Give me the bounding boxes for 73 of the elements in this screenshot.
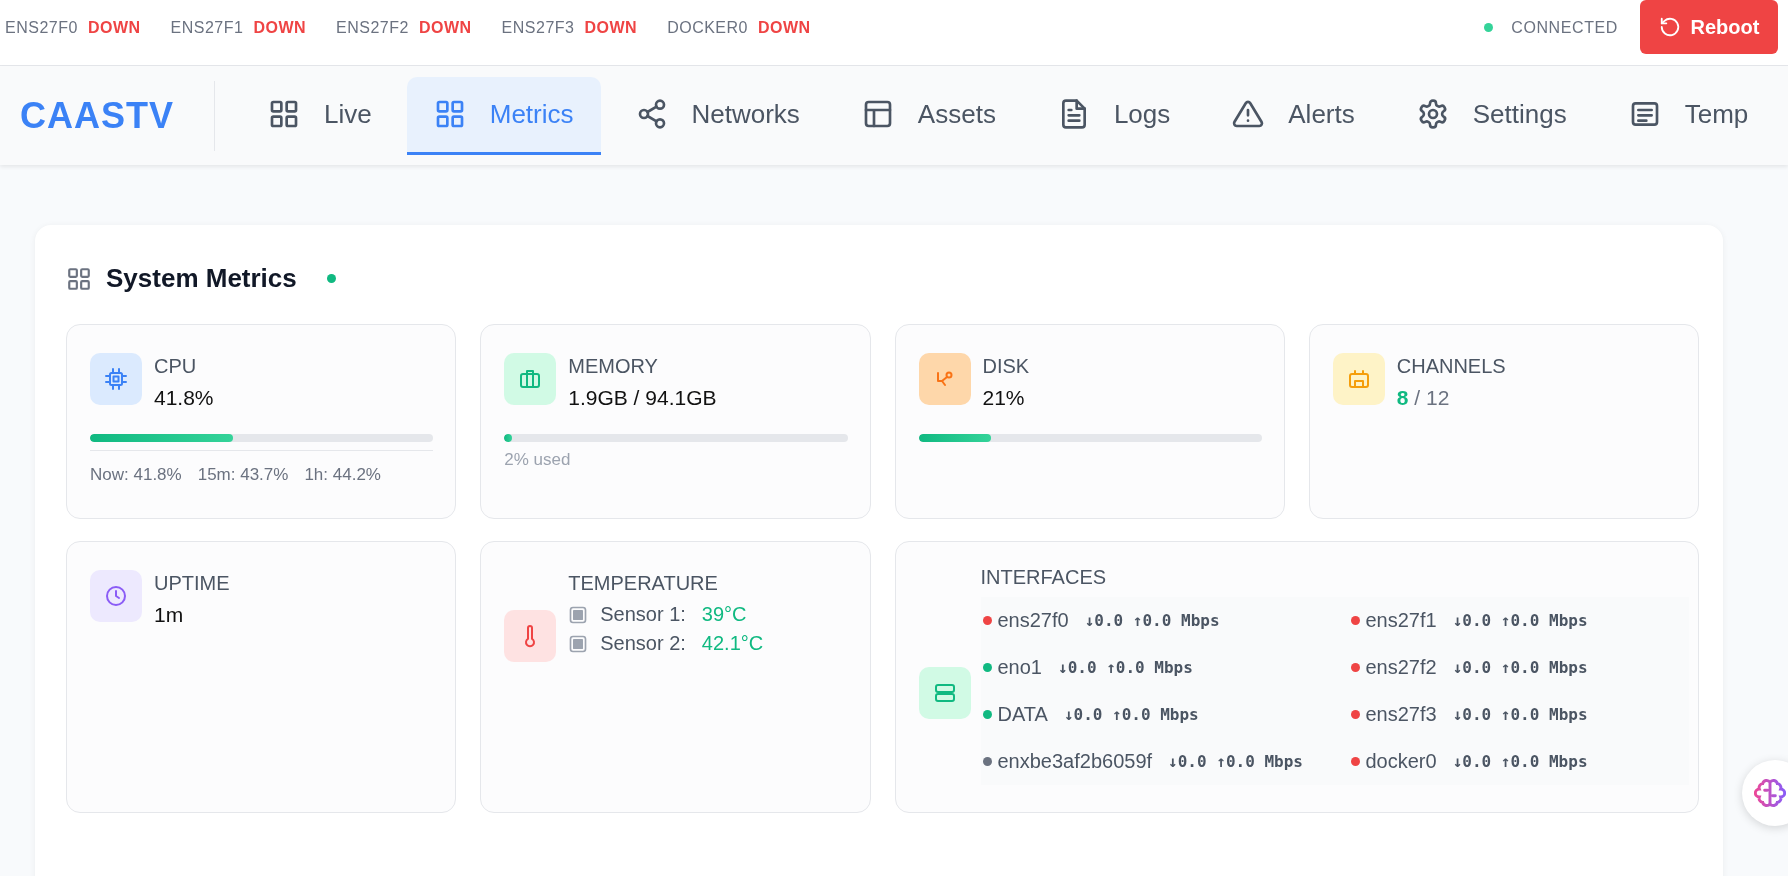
grid-icon: [268, 98, 300, 130]
interface-name: docker0: [1365, 750, 1437, 773]
stat-text: 1h: 44.2%: [304, 465, 381, 485]
interface-status: DOWN: [758, 18, 811, 37]
interface-status: DOWN: [87, 18, 141, 37]
interface-name: ens27f1: [1365, 609, 1437, 632]
panel-title: System Metrics: [106, 263, 297, 294]
card-label: INTERFACES: [980, 566, 1108, 589]
interface-rate: ↓0.0 ↑0.0 Mbps: [1063, 705, 1199, 724]
nav-tab[interactable]: Live: [241, 76, 399, 155]
card-label: MEMORY: [568, 355, 659, 378]
sensor-label: Sensor 1:: [600, 603, 686, 626]
nav-tab[interactable]: Settings: [1389, 76, 1594, 155]
usage-note: 2% used: [504, 450, 572, 470]
interface-rate: ↓0.0 ↑0.0 Mbps: [1452, 658, 1588, 677]
interface-name: eno1: [997, 656, 1042, 679]
rotate-icon: [1658, 16, 1681, 38]
interface-name: DOCKER0: [667, 18, 748, 37]
interface-name: ens27f2: [1365, 656, 1437, 679]
sensor-label: Sensor 2:: [600, 632, 686, 655]
interface-status: DOWN: [418, 18, 472, 37]
interface-name: ENS27F3: [501, 18, 575, 37]
chip-icon: [568, 604, 589, 625]
interface-name: ens27f0: [997, 609, 1069, 632]
logo: CAASTV: [0, 80, 215, 151]
card-value: 21%: [982, 386, 1026, 410]
card-value: 41.8%: [154, 386, 214, 410]
sensor-value: 39°C: [701, 603, 747, 626]
nav-tab[interactable]: Temp: [1601, 76, 1776, 155]
total-count: 12: [1425, 386, 1450, 409]
grid-icon: [66, 265, 92, 292]
card-label: DISK: [982, 355, 1030, 378]
separator: /: [1414, 386, 1421, 409]
connection-status: CONNECTED: [1511, 18, 1618, 37]
interface-name: ENS27F2: [336, 18, 409, 37]
card-value: 1m: [154, 603, 185, 627]
card-label: UPTIME: [154, 572, 230, 595]
interface-rate: ↓0.0 ↑0.0 Mbps: [1058, 658, 1193, 677]
monitor-icon: [1346, 367, 1371, 391]
reboot-button[interactable]: Reboot: [1640, 0, 1778, 54]
interface-status: DOWN: [584, 18, 638, 37]
chip-icon: [568, 633, 589, 654]
interface-name: ENS27F0: [5, 18, 78, 37]
interface-rate: ↓0.0 ↑0.0 Mbps: [1452, 705, 1588, 724]
interface-rate: ↓0.0 ↑0.0 Mbps: [1452, 611, 1588, 630]
live-dot: [326, 274, 336, 283]
interface-name: DATA: [997, 703, 1048, 726]
stat-text: Now: 41.8%: [90, 465, 182, 485]
brain-icon: [1754, 777, 1786, 809]
interface-name: enxbe3af2b6059f: [997, 750, 1153, 773]
briefcase-icon: [518, 367, 543, 391]
card-value: 1.9GB / 94.1GB: [568, 386, 717, 410]
interface-rate: ↓0.0 ↑0.0 Mbps: [1084, 611, 1220, 630]
clock-icon: [104, 584, 128, 608]
chip-icon: [104, 367, 128, 391]
nav-tab[interactable]: Assets: [834, 76, 1023, 155]
nav-tab[interactable]: Networks: [608, 76, 827, 155]
interface-name: ens27f3: [1365, 703, 1437, 726]
nav-tab[interactable]: Logs: [1030, 76, 1198, 155]
warning-icon: [1232, 98, 1265, 130]
interface-name: ENS27F1: [170, 18, 244, 37]
sensor-value: 42.1°C: [701, 632, 764, 655]
interface-rate: ↓0.0 ↑0.0 Mbps: [1168, 752, 1303, 771]
active-count: 8: [1396, 386, 1409, 409]
interface-status: DOWN: [253, 18, 307, 37]
connection-dot: [1484, 23, 1494, 32]
card-label: CHANNELS: [1396, 355, 1506, 378]
nav-tab[interactable]: Alerts: [1205, 76, 1382, 155]
interface-rate: ↓0.0 ↑0.0 Mbps: [1452, 752, 1588, 771]
server-icon: [932, 681, 957, 705]
card-label: TEMPERATURE: [568, 572, 719, 595]
stat-text: 15m: 43.7%: [197, 465, 289, 485]
card-label: CPU: [154, 355, 198, 378]
